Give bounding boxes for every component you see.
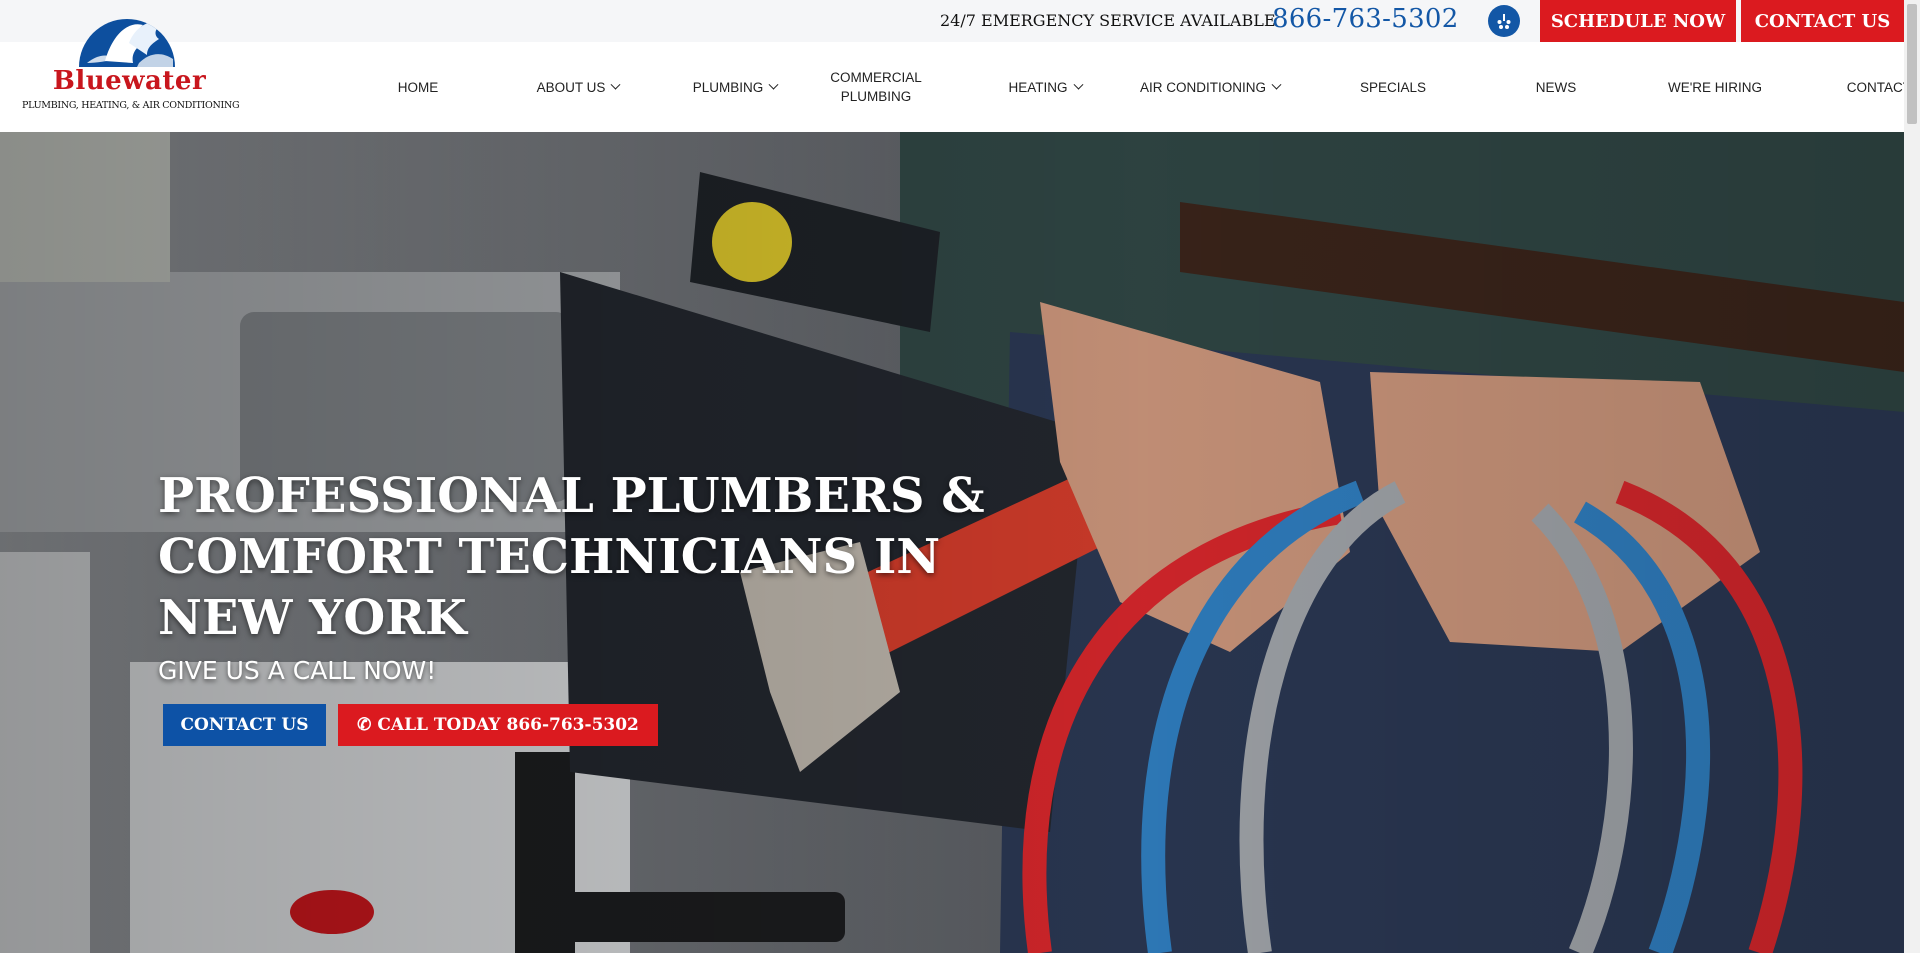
nav-item-specials[interactable]: SPECIALS xyxy=(1338,42,1448,132)
main-nav: HOME ABOUT US PLUMBING COMMERCIAL PLUMBI… xyxy=(320,42,1920,132)
nav-item-air-conditioning[interactable]: AIR CONDITIONING xyxy=(1110,42,1310,132)
phone-icon: ✆ xyxy=(357,715,372,735)
logo-tagline: PLUMBING, HEATING, & AIR CONDITIONING xyxy=(22,100,240,111)
nav-item-label: HOME xyxy=(397,79,439,95)
hero-title: PROFESSIONAL PLUMBERS & COMFORT TECHNICI… xyxy=(158,468,985,646)
hero-call-label: CALL TODAY 866-763-5302 xyxy=(377,715,639,735)
chevron-down-icon xyxy=(768,79,779,90)
nav-item-label: NEWS xyxy=(1535,79,1577,95)
site-logo[interactable]: Bluewater PLUMBING, HEATING, & AIR CONDI… xyxy=(22,3,240,115)
nav-item-label: PLUMBING xyxy=(692,79,764,95)
top-bar: 24/7 EMERGENCY SERVICE AVAILABLE 866-763… xyxy=(0,0,1904,42)
page-scrollbar[interactable] xyxy=(1904,0,1920,953)
nav-item-heating[interactable]: HEATING xyxy=(970,42,1120,132)
schedule-now-button[interactable]: SCHEDULE NOW xyxy=(1540,0,1736,42)
chevron-down-icon xyxy=(610,79,621,90)
nav-item-commercial-plumbing[interactable]: COMMERCIAL PLUMBING xyxy=(820,42,932,132)
logo-name: Bluewater xyxy=(52,66,207,96)
nav-item-label: AIR CONDITIONING xyxy=(1139,79,1266,95)
nav-item-home[interactable]: HOME xyxy=(358,42,478,132)
chevron-down-icon xyxy=(1271,79,1282,90)
nav-item-label: ABOUT US xyxy=(536,79,606,95)
nav-item-label: COMMERCIAL PLUMBING xyxy=(830,70,922,104)
yelp-link[interactable] xyxy=(1488,5,1520,37)
chevron-down-icon xyxy=(1073,79,1083,90)
emergency-service-text: 24/7 EMERGENCY SERVICE AVAILABLE xyxy=(940,11,1276,30)
nav-item-label: HEATING xyxy=(1008,79,1068,95)
hero-section: PROFESSIONAL PLUMBERS & COMFORT TECHNICI… xyxy=(0,132,1904,953)
contact-us-top-button[interactable]: CONTACT US xyxy=(1741,0,1904,42)
nav-item-news[interactable]: NEWS xyxy=(1506,42,1606,132)
nav-item-label: SPECIALS xyxy=(1359,79,1427,95)
yelp-icon xyxy=(1497,14,1511,29)
top-phone-link[interactable]: 866-763-5302 xyxy=(1272,4,1459,34)
nav-item-were-hiring[interactable]: WE'RE HIRING xyxy=(1640,42,1790,132)
scrollbar-thumb[interactable] xyxy=(1907,4,1917,124)
nav-item-about-us[interactable]: ABOUT US xyxy=(503,42,653,132)
nav-item-label: WE'RE HIRING xyxy=(1667,79,1763,95)
hero-contact-us-button[interactable]: CONTACT US xyxy=(163,704,326,746)
nav-item-plumbing[interactable]: PLUMBING xyxy=(660,42,810,132)
water-globe-logo-icon xyxy=(79,19,175,67)
hero-subtitle: GIVE US A CALL NOW! xyxy=(158,656,437,685)
hero-call-today-button[interactable]: ✆ CALL TODAY 866-763-5302 xyxy=(338,704,658,746)
